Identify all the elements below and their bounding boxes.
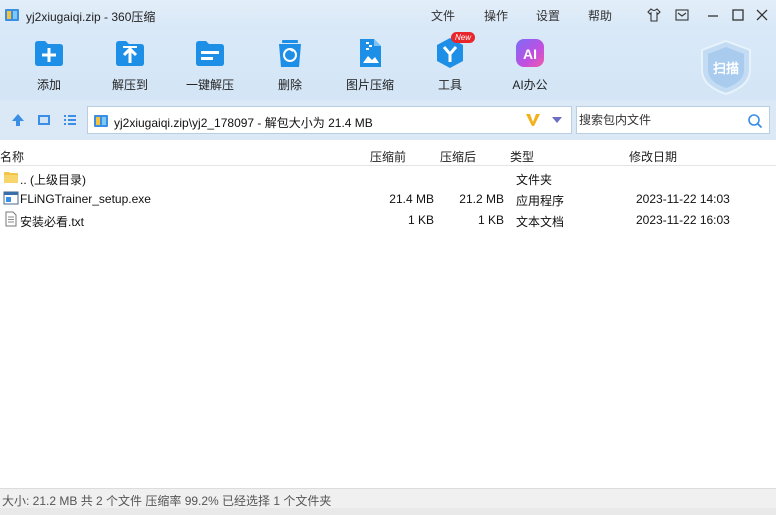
new-badge: New	[451, 32, 476, 43]
close-icon	[756, 9, 768, 21]
file-type: 应用程序	[516, 194, 565, 208]
file-name: 安装必看.txt	[20, 215, 85, 229]
menu-help[interactable]: 帮助	[588, 7, 612, 24]
delete-button[interactable]: 删除	[255, 36, 325, 96]
file-name: .. (上级目录)	[20, 173, 86, 187]
address-path: yj2xiugaiqi.zip\yj2_178097 - 解包大小为 21.4 …	[114, 116, 373, 130]
title-bar: yj2xiugaiqi.zip - 360压缩 文件 操作 设置 帮助	[0, 0, 776, 30]
file-name: FLiNGTrainer_setup.exe	[20, 192, 151, 206]
delete-icon	[273, 36, 307, 70]
status-text: 大小: 21.2 MB 共 2 个文件 压缩率 99.2% 已经选择 1 个文件…	[2, 494, 332, 508]
delete-label: 删除	[277, 78, 302, 92]
chevron-down-icon	[552, 117, 562, 123]
ai-office-button[interactable]: AI AI办公	[495, 36, 565, 96]
column-modified[interactable]: 修改日期	[629, 148, 677, 165]
file-type: 文本文档	[516, 215, 565, 229]
add-label: 添加	[36, 78, 61, 92]
menu-settings[interactable]: 设置	[536, 7, 560, 24]
minimize-button[interactable]	[704, 6, 722, 24]
search-box	[576, 106, 770, 134]
extract-to-icon	[113, 36, 147, 70]
column-size-before[interactable]: 压缩前	[370, 148, 406, 165]
archive-icon	[93, 113, 109, 129]
arrow-up-icon	[12, 114, 24, 126]
list-item[interactable]: .. (上级目录) 文件夹	[0, 167, 776, 188]
column-type[interactable]: 类型	[510, 148, 534, 165]
folder-icon	[3, 169, 19, 185]
file-modified: 2023-11-22 16:03	[636, 213, 730, 227]
list-header: 名称 压缩前 压缩后 类型 修改日期	[0, 144, 776, 166]
exe-file-icon	[3, 190, 19, 206]
list-view-icon	[64, 115, 76, 125]
tools-label: 工具	[437, 78, 462, 92]
list-view-button[interactable]	[62, 112, 78, 128]
vip-v-icon	[526, 114, 540, 126]
image-compress-icon	[353, 36, 387, 70]
file-size-after: 1 KB	[477, 213, 504, 227]
add-icon	[32, 36, 66, 70]
extract-to-button[interactable]: 解压到	[95, 36, 165, 96]
close-button[interactable]	[753, 6, 771, 24]
file-modified: 2023-11-22 14:03	[636, 192, 730, 206]
tools-icon: New	[433, 32, 476, 70]
address-bar[interactable]: yj2xiugaiqi.zip\yj2_178097 - 解包大小为 21.4 …	[87, 106, 572, 134]
skin-button[interactable]	[645, 6, 663, 24]
image-compress-button[interactable]: 图片压缩	[335, 36, 405, 96]
menu-operation[interactable]: 操作	[484, 7, 508, 24]
window-title: yj2xiugaiqi.zip - 360压缩	[26, 10, 156, 24]
maximize-button[interactable]	[729, 6, 747, 24]
grid-view-icon	[38, 115, 50, 125]
address-row: yj2xiugaiqi.zip\yj2_178097 - 解包大小为 21.4 …	[0, 100, 776, 140]
extract-to-label: 解压到	[111, 78, 148, 92]
scan-button[interactable]: 扫描	[696, 38, 756, 96]
vip-button[interactable]	[525, 112, 541, 128]
ai-office-label: AI办公	[512, 78, 548, 92]
search-input[interactable]	[579, 110, 739, 130]
address-dropdown[interactable]	[550, 113, 564, 127]
one-click-extract-icon	[193, 36, 227, 70]
scan-label: 扫描	[712, 61, 739, 76]
feedback-button[interactable]	[673, 6, 691, 24]
file-type: 文件夹	[516, 173, 553, 187]
bottom-strip	[0, 508, 776, 515]
up-button[interactable]	[10, 112, 26, 128]
list-item[interactable]: FLiNGTrainer_setup.exe 21.4 MB 21.2 MB 应…	[0, 188, 776, 209]
add-button[interactable]: 添加	[14, 36, 84, 96]
menu-file[interactable]: 文件	[431, 7, 455, 24]
tools-button[interactable]: New 工具	[415, 32, 485, 96]
maximize-icon	[732, 9, 744, 21]
file-size-before: 21.4 MB	[389, 192, 434, 206]
image-compress-label: 图片压缩	[345, 78, 394, 92]
status-bar: 大小: 21.2 MB 共 2 个文件 压缩率 99.2% 已经选择 1 个文件…	[0, 488, 776, 508]
ai-office-icon: AI	[513, 36, 547, 70]
toolbar: 添加 解压到 一键解压 删除 图片压缩 New 工具 AI AI办公 扫描	[0, 30, 776, 100]
list-item[interactable]: 安装必看.txt 1 KB 1 KB 文本文档 2023-11-22 16:03	[0, 209, 776, 230]
column-size-after[interactable]: 压缩后	[440, 148, 476, 165]
shirt-icon	[647, 8, 661, 22]
one-click-extract-label: 一键解压	[185, 78, 234, 92]
thumbnail-view-button[interactable]	[36, 112, 52, 128]
text-file-icon	[3, 211, 19, 227]
file-size-before: 1 KB	[407, 213, 434, 227]
search-icon[interactable]	[747, 113, 763, 129]
file-size-after: 21.2 MB	[459, 192, 504, 206]
minimize-icon	[708, 15, 718, 17]
message-icon	[675, 9, 689, 21]
column-name[interactable]: 名称	[0, 148, 24, 165]
app-logo-icon	[4, 7, 20, 23]
one-click-extract-button[interactable]: 一键解压	[175, 36, 245, 96]
svg-text:AI: AI	[523, 46, 537, 62]
